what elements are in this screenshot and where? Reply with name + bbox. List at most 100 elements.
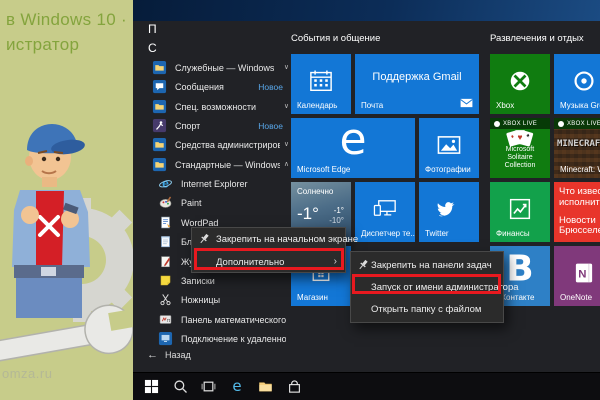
app-list-item[interactable]: Средства администрирован... ∨ xyxy=(145,136,293,155)
app-list-item-label: Средства администрирован... xyxy=(175,140,280,150)
remote-desktop-icon xyxy=(158,331,173,346)
tile-onenote[interactable]: NOneNote xyxy=(554,246,600,306)
xbox-ball-icon xyxy=(494,121,500,127)
back-button[interactable]: ← Назад xyxy=(147,349,267,363)
groove-icon xyxy=(571,68,598,95)
journal-icon xyxy=(158,254,173,269)
app-list-item[interactable]: Записки xyxy=(145,272,293,291)
store-taskbar-button[interactable] xyxy=(282,374,306,398)
xbox-icon xyxy=(507,68,534,95)
app-list-item[interactable]: Paint xyxy=(145,194,293,213)
tile-twitter[interactable]: Twitter xyxy=(419,182,479,242)
task-view-icon xyxy=(201,379,216,394)
tile-label: Магазин xyxy=(297,293,328,302)
tile-solitaire[interactable]: XBOX LIVE♥♦♠Microsoft Solitaire Collecti… xyxy=(490,118,550,178)
tile-label: Microsoft Solitaire Collection xyxy=(492,146,547,170)
folder-icon xyxy=(152,99,167,114)
app-list-item[interactable]: СообщенияНовое xyxy=(145,78,293,97)
news-headline-line: Что извест xyxy=(559,186,600,197)
snipping-tool-icon xyxy=(158,292,173,307)
search-icon xyxy=(173,379,188,394)
task-view-button[interactable] xyxy=(196,374,220,398)
weather-temperature: -1° xyxy=(297,204,319,224)
edge-browser-icon: e xyxy=(232,379,241,394)
store-bag-icon xyxy=(287,379,302,394)
notepad-icon xyxy=(158,234,173,249)
pin-icon xyxy=(198,233,210,245)
article-title-line1: в Windows 10 · xyxy=(6,8,127,33)
app-list-item[interactable]: Подключение к удаленному р... xyxy=(145,330,293,349)
tile-edge[interactable]: eMicrosoft Edge xyxy=(291,118,415,178)
menu-item-label: Закрепить на начальном экране xyxy=(216,234,358,245)
windows-logo-icon xyxy=(144,379,159,394)
app-list-item-label: Спорт xyxy=(175,121,200,131)
weather-condition: Солнечно xyxy=(297,187,333,196)
twitter-icon xyxy=(436,196,462,222)
app-list-letter-header[interactable]: П xyxy=(148,22,157,38)
tile-news[interactable]: Что известисполнитеНовостиБрюсселе xyxy=(554,182,600,242)
paint-icon xyxy=(158,195,173,210)
start-button[interactable] xyxy=(139,374,163,398)
file-explorer-button[interactable] xyxy=(253,374,277,398)
tile-calendar[interactable]: Календарь xyxy=(291,54,351,114)
tile-phone-companion[interactable]: Диспетчер те... xyxy=(355,182,415,242)
chevron-down-icon[interactable]: ∨ xyxy=(284,140,289,148)
tile-label: Музыка Groove xyxy=(560,101,600,110)
back-label: Назад xyxy=(165,350,191,360)
weather-high: -1° xyxy=(334,206,344,215)
app-list-item-label: Спец. возможности xyxy=(175,102,256,112)
app-list-letter-header[interactable]: С xyxy=(148,41,157,57)
mail-live-text: Поддержка Gmail xyxy=(355,71,479,83)
new-badge: Новое xyxy=(258,82,283,92)
svg-text:♥: ♥ xyxy=(517,132,522,142)
sports-icon xyxy=(152,118,167,133)
app-list-item[interactable]: Служебные — Windows ∨ xyxy=(145,59,293,78)
wordpad-icon xyxy=(158,215,173,230)
internet-explorer-icon: e xyxy=(158,176,173,191)
menu-item[interactable]: Закрепить на начальном экране xyxy=(192,228,345,250)
tile-minecraft[interactable]: XBOX LIVEMINECRAFTMinecraft: W... xyxy=(554,118,600,178)
calendar-icon xyxy=(308,68,335,95)
tile-xbox[interactable]: Xbox xyxy=(490,54,550,114)
search-button[interactable] xyxy=(168,374,192,398)
article-sidebar: в Windows 10 · истратор xyxy=(0,0,133,400)
svg-text:π: π xyxy=(167,318,171,324)
tile-label: OneNote xyxy=(560,293,592,302)
app-list-item[interactable]: Стандартные — Windows ∧ xyxy=(145,156,293,175)
app-list-item-label: Стандартные — Windows xyxy=(175,160,280,170)
tile-groove-music[interactable]: Музыка Groove xyxy=(554,54,600,114)
app-list-item-label: Панель математического ввода xyxy=(181,315,286,325)
tile-label: Twitter xyxy=(425,229,449,238)
finance-icon xyxy=(507,196,533,222)
menu-item[interactable]: Закрепить на панели задач xyxy=(351,254,503,276)
new-badge: Новое xyxy=(258,121,283,131)
app-list-item-label: Служебные — Windows xyxy=(175,63,274,73)
edge-taskbar-button[interactable]: e xyxy=(225,374,249,398)
app-list-item[interactable]: π Панель математического ввода xyxy=(145,311,293,330)
tile-label: Фотографии xyxy=(425,165,471,174)
chevron-up-icon[interactable]: ∧ xyxy=(284,160,289,168)
app-list-item[interactable]: Спец. возможности ∨ xyxy=(145,98,293,117)
app-list-item-label: Paint xyxy=(181,198,202,208)
vk-icon: B xyxy=(506,270,533,277)
mail-icon xyxy=(460,97,473,109)
chevron-down-icon[interactable]: ∨ xyxy=(284,63,289,71)
folder-icon xyxy=(152,60,167,75)
tile-photos[interactable]: Фотографии xyxy=(419,118,479,178)
back-arrow-icon: ← xyxy=(147,349,158,361)
pin-icon xyxy=(357,259,369,271)
xbox-live-badge: XBOX LIVE xyxy=(490,118,550,129)
app-list-item[interactable]: eInternet Explorer xyxy=(145,175,293,194)
folder-icon xyxy=(152,157,167,172)
tile-label: Диспетчер те... xyxy=(361,229,415,238)
sticky-notes-icon xyxy=(158,273,173,288)
folder-icon xyxy=(152,137,167,152)
menu-item-label: Закрепить на панели задач xyxy=(371,260,492,271)
news-headline-line: исполните xyxy=(559,197,600,208)
app-list-item[interactable]: Спорт Новое xyxy=(145,117,293,136)
tile-finance[interactable]: Финансы xyxy=(490,182,550,242)
chevron-down-icon[interactable]: ∨ xyxy=(284,102,289,110)
app-list-item[interactable]: Ножницы xyxy=(145,291,293,310)
menu-item[interactable]: Открыть папку с файлом xyxy=(351,298,503,320)
tile-mail[interactable]: Поддержка GmailПочта xyxy=(355,54,479,114)
